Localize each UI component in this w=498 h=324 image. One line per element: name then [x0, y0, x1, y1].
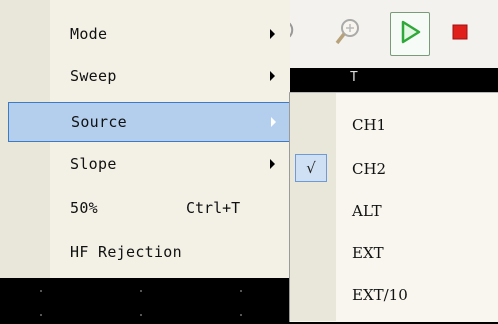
- menu-item-label: Source: [71, 113, 127, 131]
- submenu-item-ext10[interactable]: EXT/10: [290, 275, 498, 315]
- menu-item-slope[interactable]: Slope: [0, 144, 290, 184]
- menu-item-label: Sweep: [70, 67, 117, 85]
- menu-item-label: Slope: [70, 155, 117, 173]
- menu-item-label: HF Rejection: [70, 243, 182, 261]
- source-submenu: CH1 √ CH2 ALT EXT EXT/10: [289, 92, 498, 322]
- stop-icon: [450, 22, 470, 46]
- stop-button[interactable]: [440, 12, 480, 56]
- submenu-item-label: CH1: [352, 116, 387, 134]
- menu-item-label: Mode: [70, 25, 108, 43]
- menu-item-label: 50%: [70, 199, 98, 217]
- submenu-item-label: EXT/10: [352, 286, 408, 304]
- submenu-arrow-icon: [270, 29, 275, 39]
- submenu-item-ext[interactable]: EXT: [290, 233, 498, 273]
- menu-item-shortcut: Ctrl+T: [186, 199, 241, 217]
- scope-display-top: [285, 68, 498, 92]
- trigger-marker-label: T: [350, 70, 358, 85]
- submenu-item-label: CH2: [352, 160, 387, 178]
- submenu-arrow-icon: [270, 71, 275, 81]
- menu-item-source[interactable]: Source: [8, 102, 290, 142]
- submenu-item-label: EXT: [352, 244, 384, 262]
- trigger-menu: Mode Sweep Source Slope 50% Ctrl+T HF Re…: [0, 0, 290, 278]
- submenu-arrow-icon: [271, 117, 276, 127]
- run-icon: [399, 20, 421, 48]
- submenu-item-ch1[interactable]: CH1: [290, 105, 498, 145]
- check-mark-icon: √: [295, 154, 327, 182]
- menu-item-50-percent[interactable]: 50% Ctrl+T: [0, 188, 290, 228]
- zoom-in-button[interactable]: [328, 12, 368, 56]
- zoom-in-icon: [334, 17, 362, 51]
- menu-item-hf-rejection[interactable]: HF Rejection: [0, 232, 290, 272]
- menu-item-sweep[interactable]: Sweep: [0, 56, 290, 96]
- submenu-item-ch2[interactable]: √ CH2: [290, 149, 498, 189]
- submenu-item-label: ALT: [352, 202, 382, 220]
- run-button[interactable]: [390, 12, 430, 56]
- submenu-arrow-icon: [270, 159, 275, 169]
- submenu-item-alt[interactable]: ALT: [290, 191, 498, 231]
- menu-item-mode[interactable]: Mode: [0, 14, 290, 54]
